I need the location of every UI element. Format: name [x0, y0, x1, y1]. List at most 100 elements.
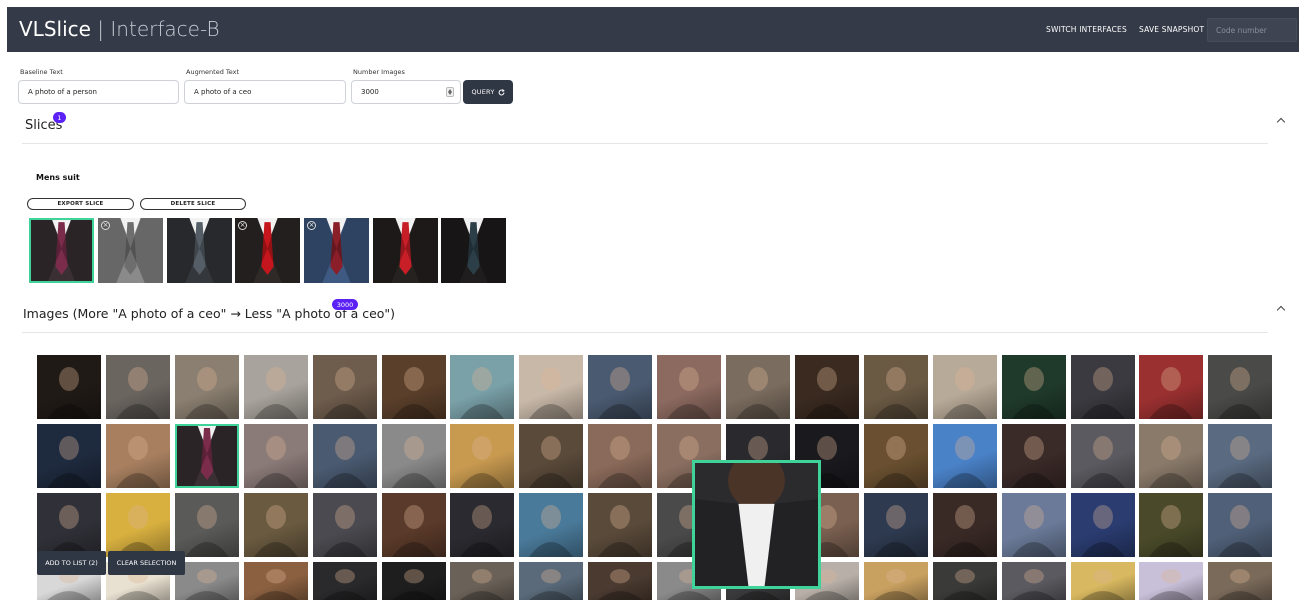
app-header: VLSlice | Interface-B SWITCH INTERFACES …: [7, 7, 1299, 52]
slice-thumbnail[interactable]: [441, 218, 506, 283]
image-thumbnail[interactable]: [450, 493, 515, 557]
number-images-label: Number Images: [353, 68, 405, 76]
image-thumbnail[interactable]: [312, 424, 377, 488]
image-thumbnail[interactable]: [932, 355, 997, 419]
image-thumbnail[interactable]: [588, 493, 653, 557]
image-thumbnail[interactable]: [174, 493, 239, 557]
remove-from-slice-icon[interactable]: ×: [307, 221, 316, 230]
image-thumbnail[interactable]: [243, 424, 308, 488]
images-collapse-chevron-icon[interactable]: [1276, 305, 1286, 315]
image-thumbnail[interactable]: [519, 355, 584, 419]
save-snapshot-button[interactable]: SAVE SNAPSHOT: [1139, 25, 1204, 34]
image-thumbnail[interactable]: [657, 355, 722, 419]
slices-divider: [22, 143, 1268, 144]
image-thumbnail[interactable]: [588, 562, 653, 600]
image-thumbnail[interactable]: [381, 493, 446, 557]
image-thumbnail[interactable]: [1001, 562, 1066, 600]
query-button-label: QUERY: [471, 88, 495, 96]
slices-count-badge: 1: [53, 112, 66, 123]
remove-from-slice-icon[interactable]: ×: [101, 221, 110, 230]
brand-name: VLSlice: [19, 17, 91, 41]
image-thumbnail[interactable]: [863, 493, 928, 557]
remove-from-slice-icon[interactable]: ×: [238, 221, 247, 230]
image-thumbnail[interactable]: [1139, 562, 1204, 600]
image-thumbnail[interactable]: [1001, 355, 1066, 419]
slice-thumbnail[interactable]: [167, 218, 232, 283]
delete-slice-button[interactable]: DELETE SLICE: [140, 198, 246, 210]
image-thumbnail[interactable]: [37, 424, 101, 488]
image-thumbnail[interactable]: [794, 355, 859, 419]
export-slice-button[interactable]: EXPORT SLICE: [27, 198, 134, 210]
baseline-text-input[interactable]: [18, 80, 179, 104]
image-thumbnail[interactable]: [37, 493, 101, 557]
slice-thumbnail[interactable]: [373, 218, 438, 283]
image-thumbnail[interactable]: [174, 355, 239, 419]
image-thumbnail[interactable]: [1070, 493, 1135, 557]
image-thumbnail[interactable]: [1208, 493, 1273, 557]
image-thumbnail[interactable]: [243, 493, 308, 557]
image-thumbnail[interactable]: [381, 562, 446, 600]
app-subtitle: Interface-B: [110, 17, 220, 41]
image-thumbnail[interactable]: [105, 493, 170, 557]
image-thumbnail[interactable]: [932, 424, 997, 488]
switch-interfaces-button[interactable]: SWITCH INTERFACES: [1046, 25, 1127, 34]
image-thumbnail[interactable]: [243, 355, 308, 419]
slices-collapse-chevron-icon[interactable]: [1276, 117, 1286, 127]
images-divider: [22, 332, 1268, 333]
image-thumbnail[interactable]: [588, 355, 653, 419]
image-thumbnail[interactable]: [105, 424, 170, 488]
image-thumbnail[interactable]: [1001, 493, 1066, 557]
augmented-text-label: Augmented Text: [186, 68, 240, 76]
image-thumbnail[interactable]: [519, 562, 584, 600]
image-thumbnail[interactable]: [1208, 562, 1273, 600]
image-thumbnail[interactable]: [243, 562, 308, 600]
image-thumbnail[interactable]: [450, 355, 515, 419]
app-brand: VLSlice | Interface-B: [19, 17, 220, 41]
image-thumbnail[interactable]: [519, 424, 584, 488]
image-thumbnail[interactable]: [381, 355, 446, 419]
image-thumbnail[interactable]: [932, 562, 997, 600]
image-thumbnail[interactable]: [174, 424, 239, 488]
number-images-input[interactable]: [351, 80, 461, 104]
clear-selection-button[interactable]: CLEAR SELECTION: [108, 551, 185, 575]
slice-thumbnail[interactable]: ×: [304, 218, 369, 283]
query-button[interactable]: QUERY: [463, 80, 513, 104]
slice-thumbnail[interactable]: [29, 218, 94, 283]
image-thumbnail[interactable]: [863, 562, 928, 600]
image-thumbnail[interactable]: [588, 424, 653, 488]
slice-thumbnail[interactable]: ×: [98, 218, 163, 283]
image-thumbnail[interactable]: [450, 424, 515, 488]
image-thumbnail[interactable]: [105, 355, 170, 419]
image-thumbnail[interactable]: [726, 355, 790, 419]
image-thumbnail[interactable]: [1208, 424, 1273, 488]
code-number-input[interactable]: [1207, 18, 1297, 42]
image-thumbnail[interactable]: [1001, 424, 1066, 488]
image-thumbnail[interactable]: [312, 493, 377, 557]
brand-separator: |: [97, 17, 105, 41]
image-thumbnail[interactable]: [1070, 424, 1135, 488]
image-thumbnail[interactable]: [863, 424, 928, 488]
image-thumbnail[interactable]: [37, 355, 101, 419]
image-thumbnail[interactable]: [1070, 562, 1135, 600]
refresh-icon: [498, 88, 505, 95]
image-thumbnail[interactable]: [1070, 355, 1135, 419]
number-stepper[interactable]: [446, 87, 454, 97]
slice-name: Mens suit: [36, 173, 80, 182]
image-thumbnail[interactable]: [450, 562, 515, 600]
slice-thumbnail[interactable]: ×: [235, 218, 300, 283]
add-to-list-button[interactable]: ADD TO LIST (2): [37, 551, 106, 575]
image-thumbnail[interactable]: [312, 562, 377, 600]
image-thumbnail[interactable]: [1139, 493, 1204, 557]
image-thumbnail[interactable]: [1139, 355, 1204, 419]
image-thumbnail[interactable]: [932, 493, 997, 557]
image-thumbnail[interactable]: [1139, 424, 1204, 488]
augmented-text-input[interactable]: [184, 80, 346, 104]
image-thumbnail[interactable]: [381, 424, 446, 488]
enlarged-image-preview[interactable]: [692, 460, 821, 589]
image-thumbnail[interactable]: [519, 493, 584, 557]
images-count-badge: 3000: [332, 299, 358, 310]
image-thumbnail[interactable]: [312, 355, 377, 419]
image-thumbnail[interactable]: [863, 355, 928, 419]
image-thumbnail[interactable]: [1208, 355, 1273, 419]
baseline-text-label: Baseline Text: [20, 68, 63, 76]
